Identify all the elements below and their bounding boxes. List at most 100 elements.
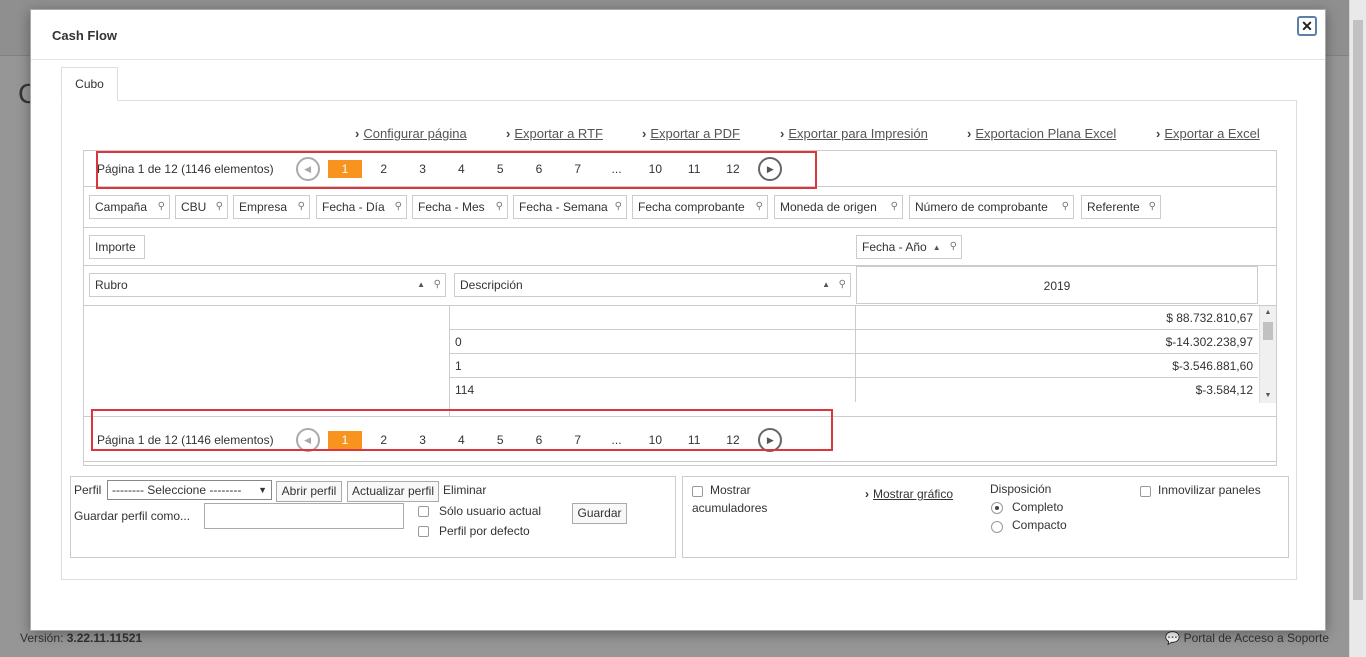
pin-icon[interactable]: ⚲: [1062, 201, 1069, 212]
chevron-right-icon: ›: [780, 126, 785, 141]
filter-field-empresa[interactable]: Empresa ⚲: [233, 195, 310, 219]
export-rtf-link[interactable]: › Exportar a RTF: [506, 126, 603, 141]
filter-area: Campaña ⚲ CBU ⚲ Empresa ⚲ Fecha - Día ⚲ Fech…: [84, 188, 1276, 228]
grid-desc-cell: 1: [450, 354, 856, 378]
footer-version: Versión: 3.22.11.11521: [20, 631, 143, 645]
export-toolbar: › Configurar página › Exportar a RTF › Expo…: [31, 126, 1327, 142]
freeze-panels-label: Inmovilizar paneles: [1158, 483, 1261, 497]
show-chart-link[interactable]: › Mostrar gráfico: [865, 487, 953, 501]
filter-field-cbu[interactable]: CBU ⚲: [175, 195, 228, 219]
update-profile-button[interactable]: Actualizar perfil: [347, 481, 439, 502]
show-accumulators-checkbox[interactable]: [692, 486, 703, 497]
filter-field-fecha-semana[interactable]: Fecha - Semana ⚲: [513, 195, 627, 219]
dialog-title: Cash Flow: [52, 28, 118, 43]
page-scrollbar[interactable]: [1349, 0, 1366, 657]
grid-scrollbar-thumb[interactable]: [1263, 322, 1273, 340]
options-panel: Mostrar acumuladores › Mostrar gráfico Di…: [682, 476, 1289, 558]
grid-value-cell: $-14.302.238,97: [856, 330, 1258, 354]
show-accumulators-label-2: acumuladores: [692, 501, 768, 515]
column-header-2019: 2019: [856, 266, 1258, 304]
export-pdf-link[interactable]: › Exportar a PDF: [642, 126, 740, 141]
dropdown-arrow-icon: ▼: [258, 485, 267, 495]
filter-field-fecha-mes[interactable]: Fecha - Mes ⚲: [412, 195, 508, 219]
pin-icon[interactable]: ⚲: [158, 201, 165, 212]
pin-icon[interactable]: ⚲: [756, 201, 763, 212]
filter-field-moneda-origen[interactable]: Moneda de origen ⚲: [774, 195, 903, 219]
highlight-box-top: [96, 151, 817, 189]
filter-field-fecha-dia[interactable]: Fecha - Día ⚲: [316, 195, 407, 219]
grid-desc-cell: [450, 306, 856, 330]
export-excel-link[interactable]: › Exportar a Excel: [1156, 126, 1260, 141]
filter-field-fecha-comprobante[interactable]: Fecha comprobante ⚲: [632, 195, 768, 219]
export-print-link[interactable]: › Exportar para Impresión: [780, 126, 928, 141]
grid-desc-cell: 0: [450, 330, 856, 354]
rubro-cell: [84, 306, 450, 416]
column-field-fecha-ano[interactable]: Fecha - Año ▲ ⚲: [856, 235, 962, 259]
tab-cubo[interactable]: Cubo: [61, 67, 118, 101]
default-profile-checkbox[interactable]: [418, 526, 429, 537]
freeze-panels-checkbox[interactable]: [1140, 486, 1151, 497]
only-current-user-label: Sólo usuario actual: [439, 504, 542, 518]
pin-icon[interactable]: ⚲: [434, 279, 441, 290]
layout-compact-label: Compacto: [1012, 518, 1067, 532]
grid-scrollbar[interactable]: ▲ ▼: [1259, 306, 1276, 403]
profile-name-input[interactable]: [204, 503, 404, 529]
chevron-right-icon: ›: [967, 126, 972, 141]
row-field-rubro[interactable]: Rubro ▲ ⚲: [89, 273, 446, 297]
support-link[interactable]: 💬 Portal de Acceso a Soporte: [1165, 631, 1329, 645]
open-profile-button[interactable]: Abrir perfil: [276, 481, 342, 502]
grid-desc-cell: 114: [450, 378, 856, 402]
pin-icon[interactable]: ⚲: [216, 201, 223, 212]
pin-icon[interactable]: ⚲: [950, 241, 957, 252]
chevron-right-icon: ›: [355, 126, 360, 141]
save-as-label: Guardar perfil como...: [74, 509, 191, 523]
pin-icon[interactable]: ⚲: [615, 201, 622, 212]
chevron-right-icon: ›: [642, 126, 647, 141]
page-scrollbar-thumb[interactable]: [1353, 20, 1363, 600]
dialog-header: Cash Flow ✕: [31, 10, 1325, 60]
pin-icon[interactable]: ⚲: [839, 279, 846, 290]
close-button[interactable]: ✕: [1297, 16, 1317, 36]
profile-select[interactable]: -------- Seleccione -------- ▼: [107, 480, 272, 500]
row-field-descripcion[interactable]: Descripción ▲ ⚲: [454, 273, 851, 297]
data-grid: 0 1 114 $ 88.732.810,67 $-14.302.238,97 …: [84, 305, 1276, 416]
chevron-right-icon: ›: [506, 126, 511, 141]
filter-field-campana[interactable]: Campaña ⚲: [89, 195, 170, 219]
scroll-down-icon[interactable]: ▼: [1260, 389, 1276, 403]
layout-compact-radio[interactable]: [991, 521, 1003, 533]
export-flat-excel-link[interactable]: › Exportacion Plana Excel: [967, 126, 1116, 141]
chevron-right-icon: ›: [1156, 126, 1161, 141]
layout-complete-radio[interactable]: [991, 502, 1003, 514]
default-profile-label: Perfil por defecto: [439, 524, 530, 538]
grid-value-cell: $-3.546.881,60: [856, 354, 1258, 378]
pin-icon[interactable]: ⚲: [891, 201, 898, 212]
only-current-user-checkbox[interactable]: [418, 506, 429, 517]
configure-page-link[interactable]: › Configurar página: [355, 126, 467, 141]
data-field-importe[interactable]: Importe: [89, 235, 145, 259]
pin-icon[interactable]: ⚲: [1149, 201, 1156, 212]
delete-profile-link[interactable]: Eliminar: [443, 483, 486, 497]
pin-icon[interactable]: ⚲: [298, 201, 305, 212]
sort-asc-icon[interactable]: ▲: [417, 280, 425, 289]
sort-asc-icon[interactable]: ▲: [933, 243, 941, 252]
data-and-column-area: Importe Fecha - Año ▲ ⚲: [84, 229, 1276, 266]
chat-icon: 💬: [1165, 631, 1181, 645]
scroll-up-icon[interactable]: ▲: [1260, 306, 1276, 320]
sort-asc-icon[interactable]: ▲: [822, 280, 830, 289]
grid-value-cell: $ 88.732.810,67: [856, 306, 1258, 330]
grid-value-cell: $-3.584,12: [1195, 383, 1253, 397]
highlight-box-bottom: [91, 409, 833, 451]
pin-icon[interactable]: ⚲: [395, 201, 402, 212]
profile-label: Perfil: [74, 483, 102, 497]
profile-panel: Perfil -------- Seleccione -------- ▼ Abr…: [70, 476, 676, 558]
filter-field-numero-comprobante[interactable]: Número de comprobante ⚲: [909, 195, 1074, 219]
pin-icon[interactable]: ⚲: [496, 201, 503, 212]
description-column: 0 1 114: [450, 306, 856, 402]
save-profile-button[interactable]: Guardar: [572, 503, 627, 524]
value-column: $ 88.732.810,67 $-14.302.238,97 $-3.546.…: [856, 306, 1258, 402]
layout-label: Disposición: [990, 482, 1052, 496]
cash-flow-dialog: Cash Flow ✕ Cubo › Configurar página › Exp…: [30, 9, 1326, 631]
close-icon: ✕: [1301, 18, 1313, 34]
filter-field-referente[interactable]: Referente ⚲: [1081, 195, 1161, 219]
chevron-right-icon: ›: [865, 487, 869, 501]
